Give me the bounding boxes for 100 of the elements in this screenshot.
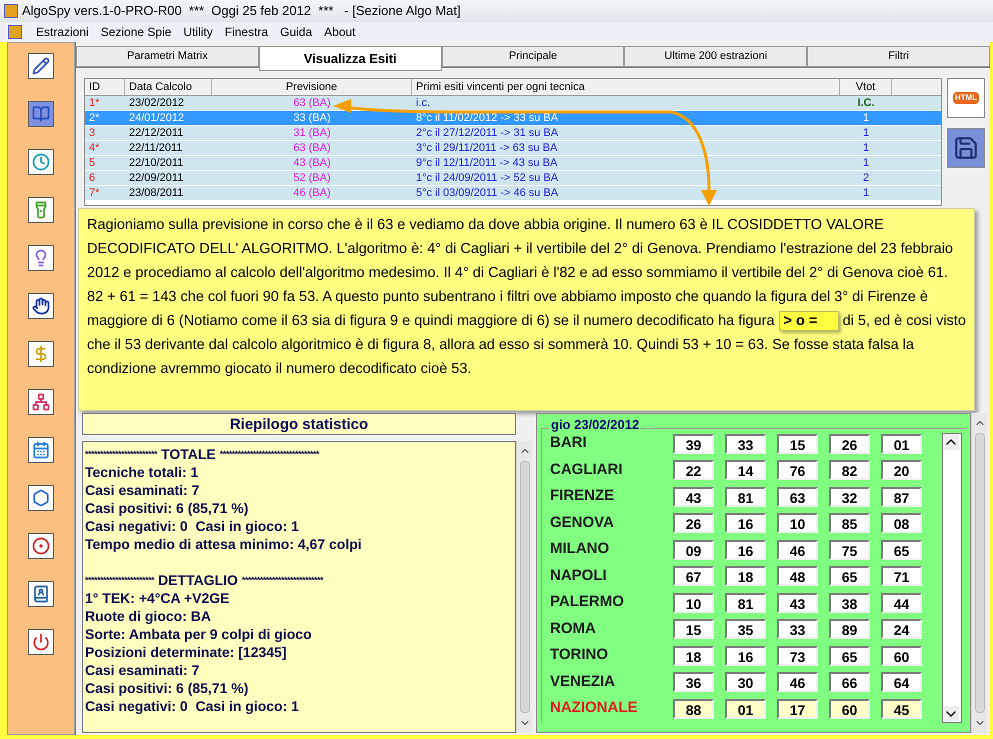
table-row[interactable]: 4* 22/11/2011 63 (BA) 3°c il 29/11/2011 -> 63 su BA 1 <box>85 141 941 156</box>
number-box: 65 <box>829 566 870 586</box>
date-cell-text: 23/08/2011 <box>128 186 184 200</box>
number-box: 36 <box>673 672 714 692</box>
number-box: 64 <box>881 672 922 692</box>
forecast-cell-text: 31 (BA) <box>292 126 332 140</box>
wheel-name: VENEZIA <box>550 672 616 692</box>
column-header[interactable]: Primi esiti vincenti per ogni tecnica <box>412 79 840 95</box>
menu-item[interactable]: Utility <box>177 23 219 41</box>
id-cell-text: 1* <box>88 96 100 110</box>
wheel-name: GENOVA <box>550 512 615 533</box>
number-box: 10 <box>777 513 818 533</box>
menu-item[interactable]: Guida <box>274 23 318 41</box>
number-box: 66 <box>829 672 870 692</box>
scroll-down-icon[interactable] <box>943 706 959 722</box>
page-scrollbar[interactable] <box>971 413 987 733</box>
number-box: 44 <box>881 592 922 612</box>
stats-line: Casi positivi: 6 (85,71 %) <box>85 679 250 697</box>
address-book-icon <box>32 585 50 603</box>
vtot-cell-text: 2 <box>862 171 870 185</box>
vtot-cell-text: 1 <box>862 186 870 200</box>
number-box: 10 <box>673 592 714 612</box>
scroll-up-icon[interactable] <box>943 434 959 450</box>
stars-rule: *************************** <box>242 574 323 587</box>
stats-scrollbar[interactable] <box>516 441 532 733</box>
wheel-name: MILANO <box>550 539 610 560</box>
toolbar-button[interactable] <box>28 293 54 319</box>
tab[interactable]: Visualizza Esiti <box>258 46 442 71</box>
table-row[interactable]: 5 22/10/2011 43 (BA) 9°c il 12/11/2011 -> 43 su BA 1 <box>85 156 941 171</box>
save-button[interactable] <box>947 128 985 168</box>
stars-rule: ************************ <box>85 448 158 461</box>
toolbar-button[interactable] <box>28 245 54 271</box>
toolbar-button[interactable] <box>28 341 54 367</box>
stats-line: Casi esaminati: 7 <box>85 661 200 679</box>
toolbar-button[interactable] <box>28 149 54 175</box>
toolbar-button[interactable] <box>28 437 54 463</box>
tab[interactable]: Filtri <box>807 46 990 67</box>
stats-line: Casi esaminati: 7 <box>85 481 200 499</box>
tab[interactable]: Parametri Matrix <box>76 46 259 67</box>
toolbar-button[interactable] <box>28 197 54 223</box>
toolbar-button[interactable] <box>28 581 54 607</box>
column-header[interactable]: Vtot <box>840 79 892 95</box>
highlight-box: > o = <box>778 311 839 331</box>
table-row[interactable]: 3 22/12/2011 31 (BA) 2°c il 27/12/2011 -> 31 su BA 1 <box>85 126 941 141</box>
number-box: 73 <box>777 646 818 666</box>
date-cell-text: 24/01/2012 <box>128 111 186 125</box>
number-box: 48 <box>777 566 818 586</box>
app-icon <box>4 4 18 18</box>
draw-scrollbar[interactable] <box>942 433 962 723</box>
column-header[interactable]: Previsione <box>212 79 412 95</box>
number-box: 15 <box>777 434 818 454</box>
number-box: 46 <box>777 672 818 692</box>
number-box: 26 <box>829 434 870 454</box>
table-row[interactable]: 6 22/09/2011 52 (BA) 1°c il 24/09/2011 -> 52 su BA 2 <box>85 171 941 186</box>
outcome-cell-text: 1°c il 24/09/2011 -> 52 su BA <box>415 171 560 185</box>
power-icon <box>32 633 50 651</box>
menu-item[interactable]: Sezione Spie <box>94 23 178 41</box>
outcome-cell-text: 2°c il 27/12/2011 -> 31 su BA <box>415 126 560 140</box>
toolbar-button[interactable] <box>28 485 54 511</box>
number-box: 88 <box>673 698 714 718</box>
number-box: 89 <box>829 619 870 639</box>
number-box: 08 <box>881 513 922 533</box>
toolbar-button[interactable] <box>28 53 54 79</box>
number-box: 22 <box>673 460 714 480</box>
table-row[interactable]: 7* 23/08/2011 46 (BA) 5°c il 03/09/2011 -> 46 su BA 1 <box>85 186 941 201</box>
tab[interactable]: Principale <box>442 46 624 67</box>
id-cell-text: 4* <box>88 141 100 155</box>
number-box: 76 <box>777 460 818 480</box>
forecast-cell-text: 33 (BA) <box>292 111 332 125</box>
forecast-cell-text: 46 (BA) <box>292 186 332 200</box>
circle-icon <box>32 537 50 555</box>
pencil-icon <box>32 57 50 75</box>
toolbar-button[interactable] <box>28 533 54 559</box>
menu-item[interactable]: Finestra <box>218 23 274 41</box>
tab[interactable]: Ultime 200 estrazioni <box>624 46 808 67</box>
toolbar-button[interactable] <box>28 629 54 655</box>
table-row[interactable]: 1* 23/02/2012 63 (BA) i.c. I.C. <box>85 96 941 111</box>
section-heading: DETTAGLIO <box>158 571 238 589</box>
outcome-cell-text: 5°c il 03/09/2011 -> 46 su BA <box>415 186 560 200</box>
column-header[interactable]: ID <box>85 79 125 95</box>
number-box: 14 <box>725 460 766 480</box>
number-box: 60 <box>881 646 922 666</box>
toolbar-button[interactable] <box>28 389 54 415</box>
number-box: 38 <box>829 592 870 612</box>
html-label: HTML <box>952 92 980 104</box>
stats-line: Sorte: Ambata per 9 colpi di gioco <box>85 625 313 643</box>
outcome-cell-text: 8°c il 11/02/2012 -> 33 su BA <box>415 111 560 125</box>
menu-item[interactable]: Estrazioni <box>30 23 95 41</box>
number-box: 15 <box>673 619 714 639</box>
number-box: 33 <box>777 619 818 639</box>
number-box: 75 <box>829 540 870 560</box>
date-cell-text: 22/10/2011 <box>128 156 184 170</box>
date-cell-text: 22/09/2011 <box>128 171 184 185</box>
outcome-cell-text: 9°c il 12/11/2011 -> 43 su BA <box>415 156 558 170</box>
stars-rule: ********************************* <box>220 448 319 461</box>
number-box: 81 <box>725 486 766 506</box>
menu-item[interactable]: About <box>318 23 362 41</box>
number-box: 67 <box>673 566 714 586</box>
column-header[interactable]: Data Calcolo <box>125 79 212 95</box>
wheel-name: FIRENZE <box>550 486 616 506</box>
